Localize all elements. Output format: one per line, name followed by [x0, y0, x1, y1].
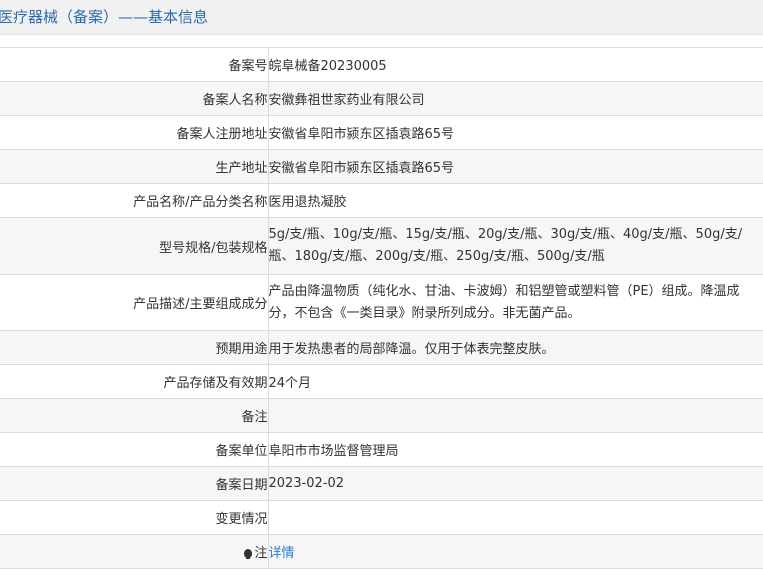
row-label: 备案人名称 — [0, 81, 269, 116]
row-value: 24个月 — [268, 364, 763, 399]
details-link[interactable]: 详情 — [269, 546, 295, 561]
row-label: 产品描述/主要组成成分 — [0, 274, 269, 331]
table-row: 变更情况 — [0, 500, 763, 535]
page-title: 医疗器械（备案）——基本信息 — [0, 8, 209, 26]
row-label: 备案日期 — [0, 466, 269, 501]
table-row: 产品名称/产品分类名称 医用退热凝胶 — [0, 183, 763, 218]
row-value: 用于发热患者的局部降温。仅用于体表完整皮肤。 — [268, 330, 763, 365]
row-label: 备案单位 — [0, 432, 269, 467]
lightbulb-icon — [244, 549, 253, 559]
row-label: 备注 — [0, 398, 269, 433]
table-row: 备注 — [0, 398, 763, 433]
table-row: 备案日期 2023-02-02 — [0, 466, 763, 501]
table-row: 产品描述/主要组成成分 产品由降温物质（纯化水、甘油、卡波姆）和铝塑管或塑料管（… — [0, 274, 763, 331]
row-value: 安徽省阜阳市颍东区插袁路65号 — [268, 149, 763, 184]
row-value — [268, 398, 763, 433]
page-header: 医疗器械（备案）——基本信息 — [0, 0, 763, 35]
row-label: 注 — [254, 546, 268, 561]
row-value: 2023-02-02 — [268, 466, 763, 501]
row-label: 变更情况 — [0, 500, 269, 535]
table-row: 备案号 皖阜械备20230005 — [0, 47, 763, 82]
row-value: 安徽彝祖世家药业有限公司 — [268, 81, 763, 116]
row-label: 备案号 — [0, 47, 269, 82]
table-row: 型号规格/包装规格 5g/支/瓶、10g/支/瓶、15g/支/瓶、20g/支/瓶… — [0, 217, 763, 275]
table-row: 备案单位 阜阳市市场监督管理局 — [0, 432, 763, 467]
row-label: 型号规格/包装规格 — [0, 217, 269, 275]
row-value: 安徽省阜阳市颍东区插袁路65号 — [268, 115, 763, 150]
table-row: 产品存储及有效期 24个月 — [0, 364, 763, 399]
row-value: 产品由降温物质（纯化水、甘油、卡波姆）和铝塑管或塑料管（PE）组成。降温成分，不… — [268, 283, 740, 321]
row-value — [268, 500, 763, 535]
row-value: 皖阜械备20230005 — [268, 47, 763, 82]
row-value: 5g/支/瓶、10g/支/瓶、15g/支/瓶、20g/支/瓶、30g/支/瓶、4… — [268, 227, 743, 264]
row-value: 阜阳市市场监督管理局 — [268, 432, 763, 467]
row-value: 医用退热凝胶 — [268, 183, 763, 218]
info-table: 备案号 皖阜械备20230005 备案人名称 安徽彝祖世家药业有限公司 备案人注… — [0, 47, 763, 569]
row-label: 产品存储及有效期 — [0, 364, 269, 399]
table-row: 生产地址 安徽省阜阳市颍东区插袁路65号 — [0, 149, 763, 184]
table-row: 备案人名称 安徽彝祖世家药业有限公司 — [0, 81, 763, 116]
row-label: 生产地址 — [0, 149, 269, 184]
row-label: 预期用途 — [0, 330, 269, 365]
row-label: 产品名称/产品分类名称 — [0, 183, 269, 218]
table-row: 预期用途 用于发热患者的局部降温。仅用于体表完整皮肤。 — [0, 330, 763, 365]
table-row: 注 详情 — [0, 534, 763, 569]
table-row: 备案人注册地址 安徽省阜阳市颍东区插袁路65号 — [0, 115, 763, 150]
row-label: 备案人注册地址 — [0, 115, 269, 150]
